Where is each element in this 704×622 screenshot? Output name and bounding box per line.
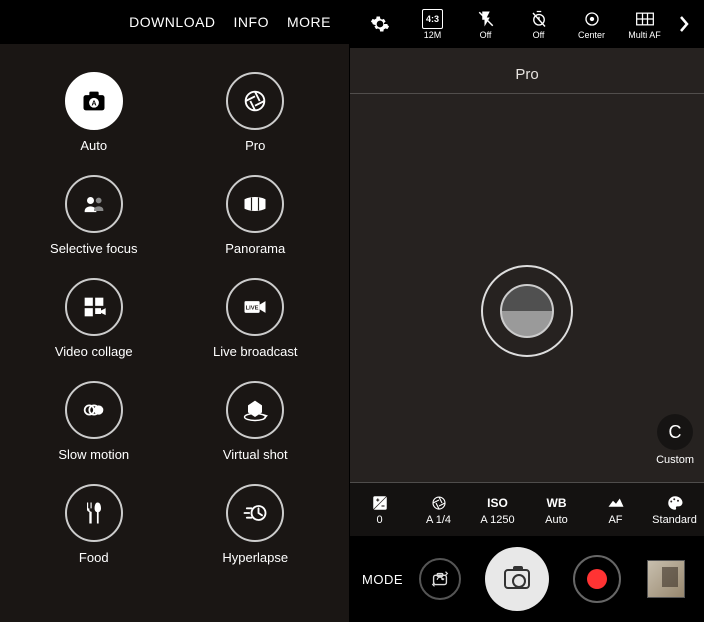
settings-button[interactable] (356, 14, 403, 35)
timer-label: Off (533, 30, 545, 40)
flash-button[interactable]: Off (462, 9, 509, 40)
slow-motion-icon (65, 381, 123, 439)
camera-auto-icon: A (65, 72, 123, 130)
mode-slow-motion[interactable]: Slow motion (58, 381, 129, 462)
record-button[interactable] (573, 555, 621, 603)
param-value: AF (608, 514, 622, 526)
timer-button[interactable]: Off (515, 9, 562, 40)
exposure-icon (371, 494, 389, 512)
mode-video-collage[interactable]: Video collage (55, 278, 133, 359)
multi-af-icon (635, 9, 655, 29)
info-link[interactable]: INFO (234, 14, 269, 30)
record-dot-icon (587, 569, 607, 589)
param-wb[interactable]: WB Auto (527, 483, 586, 536)
iso-text-icon: ISO (487, 494, 508, 512)
exposure-dial-inner (500, 284, 554, 338)
gallery-thumbnail[interactable] (647, 560, 685, 598)
mode-grid: A Auto Pro Selective focus Panorama (0, 44, 349, 565)
param-effect[interactable]: Standard (645, 483, 704, 536)
wb-text-icon: WB (547, 494, 567, 512)
metering-button[interactable]: Center (568, 9, 615, 40)
ratio-button[interactable]: 4:3 12M (409, 9, 456, 40)
custom-label: Custom (656, 454, 694, 466)
aperture-small-icon (430, 494, 448, 512)
pro-camera-screen: 4:3 12M Off Off Center Multi AF (350, 0, 704, 622)
mode-panorama[interactable]: Panorama (225, 175, 285, 256)
mode-label: Video collage (55, 344, 133, 359)
flash-label: Off (480, 30, 492, 40)
focus-icon (607, 494, 625, 512)
switch-camera-button[interactable] (419, 558, 461, 600)
live-broadcast-icon: LIVE (226, 278, 284, 336)
virtual-shot-icon (226, 381, 284, 439)
ratio-label: 12M (424, 30, 442, 40)
video-collage-icon (65, 278, 123, 336)
param-exposure[interactable]: 0 (350, 483, 409, 536)
af-area-label: Multi AF (628, 30, 661, 40)
shutter-button[interactable] (485, 547, 549, 611)
mode-label: Food (79, 550, 109, 565)
mode-pro[interactable]: Pro (226, 72, 284, 153)
custom-preset-button[interactable]: C Custom (656, 414, 694, 466)
mode-label: Selective focus (50, 241, 137, 256)
ratio-icon: 4:3 (422, 9, 443, 29)
mode-live-broadcast[interactable]: LIVE Live broadcast (213, 278, 298, 359)
mode-hyperlapse[interactable]: Hyperlapse (222, 484, 288, 565)
mode-label: Auto (80, 138, 107, 153)
mode-virtual-shot[interactable]: Virtual shot (223, 381, 288, 462)
aperture-icon (226, 72, 284, 130)
chevron-right-icon[interactable] (674, 15, 694, 33)
viewfinder[interactable]: C Custom (350, 94, 704, 482)
param-value: A 1/4 (426, 514, 451, 526)
camera-icon (504, 569, 530, 589)
flash-off-icon (477, 9, 495, 29)
mode-selection-screen: DOWNLOAD INFO MORE A Auto Pro Selective … (0, 0, 350, 622)
exposure-dial[interactable] (481, 265, 573, 357)
top-menu: DOWNLOAD INFO MORE (0, 0, 349, 44)
mode-label: Hyperlapse (222, 550, 288, 565)
pro-params-bar: 0 A 1/4 ISO A 1250 WB Auto AF Standard (350, 482, 704, 536)
param-value: 0 (376, 514, 382, 526)
mode-label: Live broadcast (213, 344, 298, 359)
palette-icon (666, 494, 684, 512)
bottom-bar: MODE (350, 536, 704, 622)
mode-label: Panorama (225, 241, 285, 256)
mode-label: Slow motion (58, 447, 129, 462)
gear-icon (370, 14, 390, 34)
af-area-button[interactable]: Multi AF (621, 9, 668, 40)
download-link[interactable]: DOWNLOAD (129, 14, 215, 30)
mode-auto[interactable]: A Auto (65, 72, 123, 153)
param-value: A 1250 (480, 514, 514, 526)
mode-button[interactable]: MODE (362, 572, 403, 587)
pro-top-bar: 4:3 12M Off Off Center Multi AF (350, 0, 704, 48)
mode-label: Pro (245, 138, 265, 153)
svg-text:A: A (91, 101, 96, 108)
mode-selective-focus[interactable]: Selective focus (50, 175, 137, 256)
svg-text:LIVE: LIVE (246, 305, 259, 311)
timer-off-icon (530, 9, 548, 29)
param-value: Auto (545, 514, 568, 526)
metering-center-icon (583, 9, 601, 29)
mode-title: Pro (350, 48, 704, 94)
metering-label: Center (578, 30, 605, 40)
param-focus[interactable]: AF (586, 483, 645, 536)
hyperlapse-icon (226, 484, 284, 542)
food-icon (65, 484, 123, 542)
more-link[interactable]: MORE (287, 14, 331, 30)
mode-label: Virtual shot (223, 447, 288, 462)
param-shutter[interactable]: A 1/4 (409, 483, 468, 536)
selective-focus-icon (65, 175, 123, 233)
param-iso[interactable]: ISO A 1250 (468, 483, 527, 536)
mode-food[interactable]: Food (65, 484, 123, 565)
panorama-icon (226, 175, 284, 233)
switch-camera-icon (429, 568, 451, 590)
param-value: Standard (652, 514, 697, 526)
custom-letter: C (657, 414, 693, 450)
